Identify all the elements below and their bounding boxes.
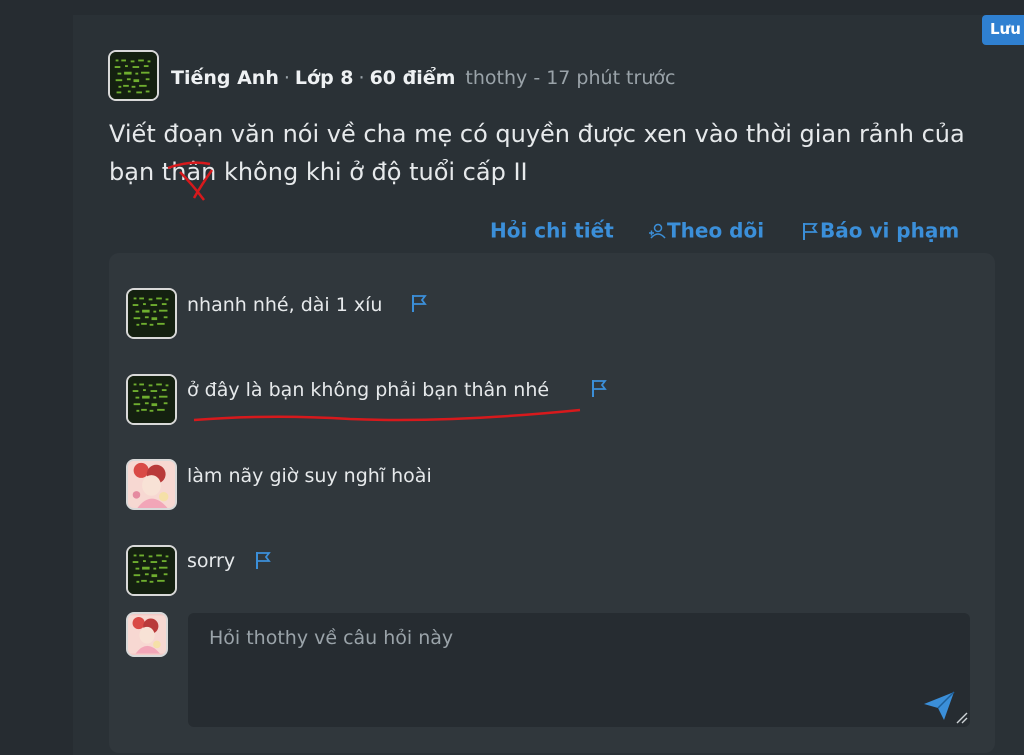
send-icon[interactable] <box>922 690 956 722</box>
subject-label[interactable]: Tiếng Anh <box>171 67 279 89</box>
comment-text: nhanh nhé, dài 1 xíu <box>187 294 383 316</box>
follow-icon <box>649 223 666 239</box>
comment-avatar[interactable] <box>126 459 177 510</box>
comment-avatar[interactable] <box>126 288 177 339</box>
ask-detail-link[interactable]: Hỏi chi tiết <box>490 217 614 243</box>
report-flag-icon[interactable] <box>254 550 272 570</box>
current-user-avatar <box>126 612 168 657</box>
reply-input[interactable]: Hỏi thothy về câu hỏi này <box>188 613 970 727</box>
green-matrix-icon <box>128 547 175 594</box>
comment-avatar[interactable] <box>126 545 177 596</box>
report-link[interactable]: Báo vi phạm <box>800 217 959 243</box>
ask-detail-label: Hỏi chi tiết <box>490 218 614 243</box>
points-label: 60 điểm <box>369 67 456 89</box>
report-flag-icon[interactable] <box>590 378 608 398</box>
question-meta: Tiếng Anh · Lớp 8 · 60 điểm thothy - 17 phút … <box>171 67 676 89</box>
author-time: thothy - 17 phút trước <box>465 67 676 89</box>
question-text: Viết đoạn văn nói về cha mẹ có quyền đượ… <box>109 120 965 186</box>
flag-icon <box>803 222 818 240</box>
green-matrix-icon <box>128 290 175 337</box>
asker-avatar[interactable] <box>108 50 159 101</box>
anime-girl-icon <box>128 615 166 654</box>
reply-placeholder: Hỏi thothy về câu hỏi này <box>209 627 454 649</box>
resize-handle-icon[interactable] <box>955 711 968 724</box>
report-label: Báo vi phạm <box>820 218 960 243</box>
comment-text: làm nãy giờ suy nghĩ hoài <box>187 465 432 487</box>
comment-text: sorry <box>187 550 236 572</box>
save-button[interactable]: Lưu <box>982 15 1024 45</box>
green-matrix-icon <box>128 376 175 423</box>
green-matrix-icon <box>110 52 157 99</box>
comment-text: ở đây là bạn không phải bạn thân nhé <box>187 379 550 401</box>
follow-label: Theo dõi <box>667 218 765 243</box>
comment-avatar[interactable] <box>126 374 177 425</box>
report-flag-icon[interactable] <box>410 293 428 313</box>
anime-girl-icon <box>128 461 175 508</box>
follow-link[interactable]: Theo dõi <box>647 217 764 243</box>
grade-label: Lớp 8 <box>294 67 354 89</box>
